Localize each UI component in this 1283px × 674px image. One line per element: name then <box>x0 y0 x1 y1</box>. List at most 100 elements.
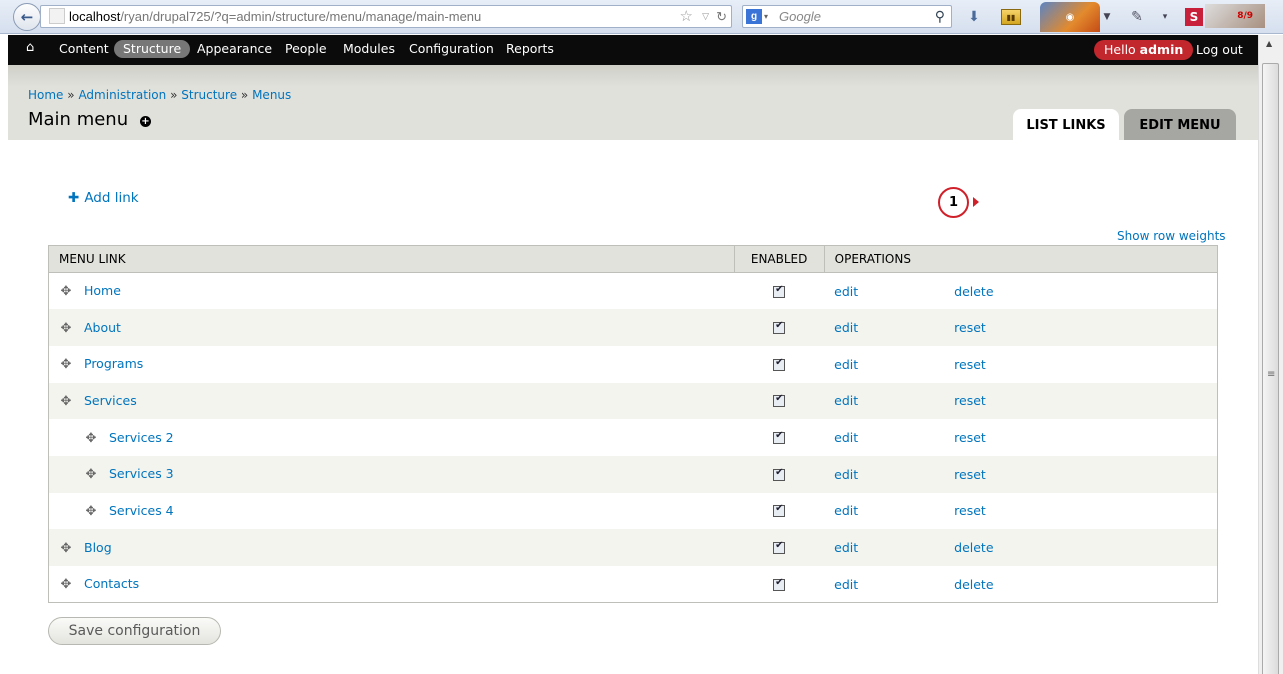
menu-link-cell: ✥ About <box>48 309 735 346</box>
toolbar-configuration[interactable]: Configuration <box>409 41 494 56</box>
menu-link[interactable]: Services 4 <box>109 503 174 518</box>
edit-cell: edit <box>824 419 944 456</box>
pen-icon[interactable]: ✎ <box>1128 6 1146 28</box>
breadcrumb-home[interactable]: Home <box>28 88 63 102</box>
show-row-weights-link[interactable]: Show row weights <box>1117 229 1226 243</box>
back-arrow-icon[interactable]: ← <box>13 3 41 31</box>
addon-badge[interactable]: 8/9 <box>1205 4 1265 28</box>
drag-handle-icon[interactable]: ✥ <box>59 394 73 409</box>
drag-handle-icon[interactable]: ✥ <box>84 504 98 519</box>
breadcrumb-structure[interactable]: Structure <box>181 88 237 102</box>
reset-link[interactable]: reset <box>954 320 986 335</box>
search-icon[interactable]: ⚲ <box>935 6 945 27</box>
google-icon[interactable]: g <box>746 9 762 24</box>
drag-handle-icon[interactable]: ✥ <box>84 467 98 482</box>
scrollbar-thumb[interactable]: ≡ <box>1262 63 1279 674</box>
enabled-checkbox[interactable] <box>773 430 786 445</box>
edit-link[interactable]: edit <box>834 540 858 555</box>
enabled-cell <box>734 382 825 420</box>
drag-handle-icon[interactable]: ✥ <box>59 357 73 372</box>
search-input[interactable]: g ▾ Google ⚲ <box>742 5 952 28</box>
menu-link[interactable]: Blog <box>84 540 112 555</box>
save-configuration-button[interactable]: Save configuration <box>48 617 221 645</box>
firefox-icon[interactable]: ◉ <box>1040 2 1100 32</box>
enabled-checkbox[interactable] <box>773 540 786 555</box>
toolbar-people[interactable]: People <box>285 41 327 56</box>
add-shortcut-icon[interactable]: + <box>140 116 151 127</box>
s-icon[interactable]: S <box>1185 8 1203 26</box>
edit-link[interactable]: edit <box>834 503 858 518</box>
menu-link-cell: ✥ Blog <box>48 529 735 566</box>
table-row: ✥ Contacts edit delete <box>49 566 1218 603</box>
edit-link[interactable]: edit <box>834 577 858 592</box>
edit-link[interactable]: edit <box>834 393 858 408</box>
meter-icon[interactable]: ▮▮ <box>1001 9 1021 25</box>
drag-handle-icon[interactable]: ✥ <box>59 321 73 336</box>
edit-link[interactable]: edit <box>834 357 858 372</box>
toolbar-content[interactable]: Content <box>59 41 109 56</box>
enabled-cell <box>734 273 824 310</box>
breadcrumb-separator: » <box>240 88 249 102</box>
drag-handle-icon[interactable]: ✥ <box>59 284 73 299</box>
toolbar-appearance[interactable]: Appearance <box>197 41 272 56</box>
reset-link[interactable]: reset <box>954 430 986 445</box>
download-icon[interactable]: ⬇ <box>964 6 984 28</box>
reset-link[interactable]: reset <box>954 467 986 482</box>
reset-link[interactable]: reset <box>954 393 986 408</box>
chevron-down-icon[interactable]: ▽ <box>702 6 709 27</box>
reset-link[interactable]: reset <box>954 503 986 518</box>
menu-link[interactable]: Home <box>84 283 121 298</box>
delete-link[interactable]: delete <box>954 540 993 555</box>
toolbar-modules[interactable]: Modules <box>343 41 395 56</box>
toolbar-reports[interactable]: Reports <box>506 41 554 56</box>
operation-cell: reset <box>944 455 1218 493</box>
edit-cell: edit <box>824 346 944 383</box>
enabled-checkbox[interactable] <box>773 503 786 518</box>
enabled-checkbox[interactable] <box>773 284 786 298</box>
menu-link[interactable]: Services <box>84 393 137 408</box>
vertical-scrollbar[interactable]: ▲ ≡ <box>1258 35 1283 674</box>
delete-link[interactable]: delete <box>954 577 993 592</box>
drag-handle-icon[interactable]: ✥ <box>59 541 73 556</box>
enabled-checkbox[interactable] <box>773 320 786 335</box>
edit-link[interactable]: edit <box>834 284 858 299</box>
breadcrumb-administration[interactable]: Administration <box>78 88 166 102</box>
menu-link[interactable]: Services 3 <box>109 466 174 481</box>
enabled-cell <box>734 455 825 493</box>
edit-link[interactable]: edit <box>834 467 858 482</box>
star-icon[interactable]: ☆ <box>680 6 693 27</box>
edit-link[interactable]: edit <box>834 320 858 335</box>
enabled-checkbox[interactable] <box>773 467 786 481</box>
operation-cell: delete <box>944 566 1217 603</box>
menu-link[interactable]: About <box>84 320 121 335</box>
reload-icon[interactable]: ↻ <box>716 6 727 27</box>
drag-handle-icon[interactable]: ✥ <box>84 431 98 446</box>
home-icon[interactable]: ⌂ <box>26 41 40 55</box>
menu-link[interactable]: Contacts <box>84 576 139 591</box>
toolbar-structure[interactable]: Structure <box>114 40 191 58</box>
enabled-checkbox[interactable] <box>773 577 786 591</box>
chevron-down-icon[interactable]: ▼ <box>1100 6 1114 28</box>
menu-link[interactable]: Programs <box>84 356 143 371</box>
tab-edit-menu[interactable]: EDIT MENU <box>1124 109 1236 140</box>
enabled-checkbox[interactable] <box>773 393 786 408</box>
delete-link[interactable]: delete <box>954 284 993 299</box>
add-link[interactable]: ✚ Add link <box>68 190 139 206</box>
chevron-down-icon[interactable]: ▾ <box>1158 6 1172 28</box>
tab-list-links[interactable]: LIST LINKS <box>1013 109 1119 140</box>
reset-link[interactable]: reset <box>954 357 986 372</box>
menu-link[interactable]: Services 2 <box>109 430 174 445</box>
search-placeholder: Google <box>779 9 821 24</box>
chevron-down-icon[interactable]: ▾ <box>764 6 768 27</box>
table-row: ✥ Services edit reset <box>48 382 1218 420</box>
url-bar[interactable]: localhost/ryan/drupal725/?q=admin/struct… <box>40 5 732 28</box>
breadcrumb-separator: » <box>170 88 178 102</box>
hello-text: Hello <box>1104 42 1136 57</box>
breadcrumb-menus[interactable]: Menus <box>252 88 291 102</box>
enabled-checkbox[interactable] <box>773 357 786 371</box>
scroll-up-icon[interactable]: ▲ <box>1266 39 1272 48</box>
drag-handle-icon[interactable]: ✥ <box>59 577 73 592</box>
user-greeting[interactable]: Hello admin <box>1094 40 1194 60</box>
edit-link[interactable]: edit <box>834 430 858 445</box>
logout-link[interactable]: Log out <box>1196 42 1243 57</box>
